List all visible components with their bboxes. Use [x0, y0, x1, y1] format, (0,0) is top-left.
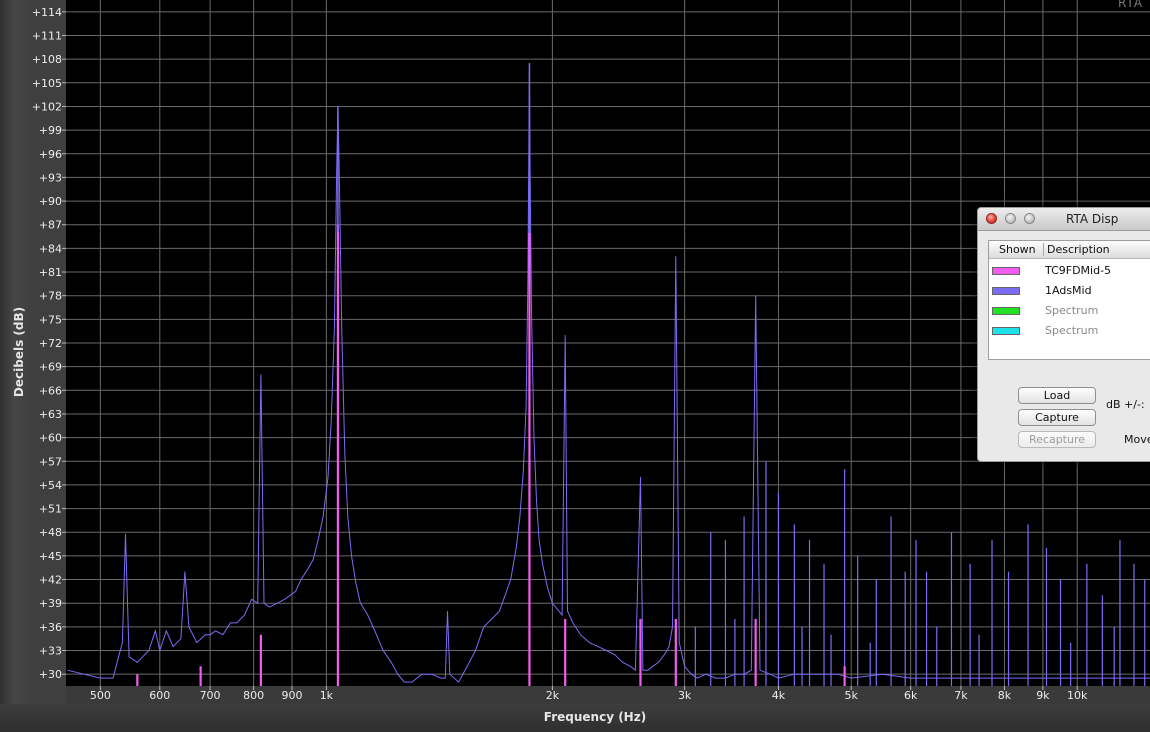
x-tick-label: 4k [772, 689, 786, 702]
y-tick-label: +96 [39, 148, 62, 161]
y-tick-label: +78 [39, 290, 62, 303]
window-corner-title: RTA [1118, 0, 1144, 10]
y-tick-label: +84 [39, 242, 62, 255]
capture-button[interactable]: Capture [1018, 409, 1096, 426]
series-list-header: Shown Description [989, 241, 1150, 259]
dialog-title: RTA Disp [1066, 212, 1119, 226]
x-tick-label: 8k [998, 689, 1012, 702]
column-separator [1043, 243, 1044, 256]
minimize-icon[interactable] [1005, 213, 1016, 224]
db-adjust-label: dB +/-: [1106, 398, 1145, 411]
x-tick-label: 3k [678, 689, 692, 702]
y-tick-label: +99 [39, 124, 62, 137]
series-row-0[interactable]: TC9FDMid-5 [989, 261, 1150, 281]
y-axis-label: Decibels (dB) [12, 306, 26, 398]
y-tick-label: +90 [39, 195, 62, 208]
series-description-2: Spectrum [1045, 304, 1099, 317]
x-tick-label: 700 [200, 689, 221, 702]
recapture-button[interactable]: Recapture [1018, 431, 1096, 448]
y-tick-label: +72 [39, 337, 62, 350]
y-tick-label: +42 [39, 574, 62, 587]
y-tick-label: +87 [39, 219, 62, 232]
y-tick-label: +63 [39, 408, 62, 421]
y-tick-label: +30 [39, 668, 62, 681]
series-row-2[interactable]: Spectrum [989, 301, 1150, 321]
series-row-1[interactable]: 1AdsMid [989, 281, 1150, 301]
y-tick-label: +45 [39, 550, 62, 563]
series-description-1: 1AdsMid [1045, 284, 1092, 297]
series-description-0: TC9FDMid-5 [1045, 264, 1112, 277]
x-axis-label: Frequency (Hz) [543, 710, 647, 724]
series-swatch-0[interactable] [992, 267, 1020, 275]
x-tick-label: 9k [1036, 689, 1050, 702]
move-label: Move [1124, 433, 1150, 446]
y-tick-label: +33 [39, 645, 62, 658]
dialog-titlebar[interactable]: RTA Disp [978, 208, 1150, 231]
y-tick-label: +69 [39, 361, 62, 374]
y-tick-label: +36 [39, 621, 62, 634]
y-tick-label: +81 [39, 266, 62, 279]
rta-display-dialog[interactable]: RTA Disp Shown Description TC9FDMid-5 1A… [977, 207, 1150, 462]
y-tick-label: +48 [39, 526, 62, 539]
x-tick-label: 10k [1067, 689, 1088, 702]
zoom-icon[interactable] [1024, 213, 1035, 224]
y-tick-label: +54 [39, 479, 62, 492]
y-tick-label: +102 [32, 100, 62, 113]
series-swatch-1[interactable] [992, 287, 1020, 295]
y-tick-label: +105 [32, 77, 62, 90]
close-icon[interactable] [986, 213, 997, 224]
y-tick-label: +57 [39, 455, 62, 468]
x-tick-label: 7k [954, 689, 968, 702]
rta-window: +30 +33 +36 +39 +42 +45 +48 +51 +54 +57 +60 +63 +66 +… [0, 0, 1150, 732]
y-tick-label: +111 [32, 29, 62, 42]
y-tick-label: +60 [39, 432, 62, 445]
column-header-description[interactable]: Description [1047, 243, 1110, 256]
x-tick-label: 5k [845, 689, 859, 702]
y-tick-label: +108 [32, 53, 62, 66]
x-tick-label: 900 [282, 689, 303, 702]
series-swatch-3[interactable] [992, 327, 1020, 335]
x-tick-label: 600 [149, 689, 170, 702]
y-tick-label: +114 [32, 6, 62, 19]
series-description-3: Spectrum [1045, 324, 1099, 337]
x-tick-label: 6k [904, 689, 918, 702]
series-row-3[interactable]: Spectrum [989, 321, 1150, 341]
y-tick-label: +75 [39, 313, 62, 326]
x-tick-label: 500 [90, 689, 111, 702]
y-tick-label: +39 [39, 597, 62, 610]
series-list[interactable]: Shown Description TC9FDMid-5 1AdsMid Spe… [988, 240, 1150, 360]
x-tick-label: 2k [546, 689, 560, 702]
y-tick-label: +51 [39, 503, 62, 516]
y-tick-label: +66 [39, 384, 62, 397]
x-tick-label: 1k [320, 689, 334, 702]
x-tick-label: 800 [243, 689, 264, 702]
load-button[interactable]: Load [1018, 387, 1096, 404]
series-swatch-2[interactable] [992, 307, 1020, 315]
column-header-shown[interactable]: Shown [999, 243, 1036, 256]
y-tick-label: +93 [39, 171, 62, 184]
